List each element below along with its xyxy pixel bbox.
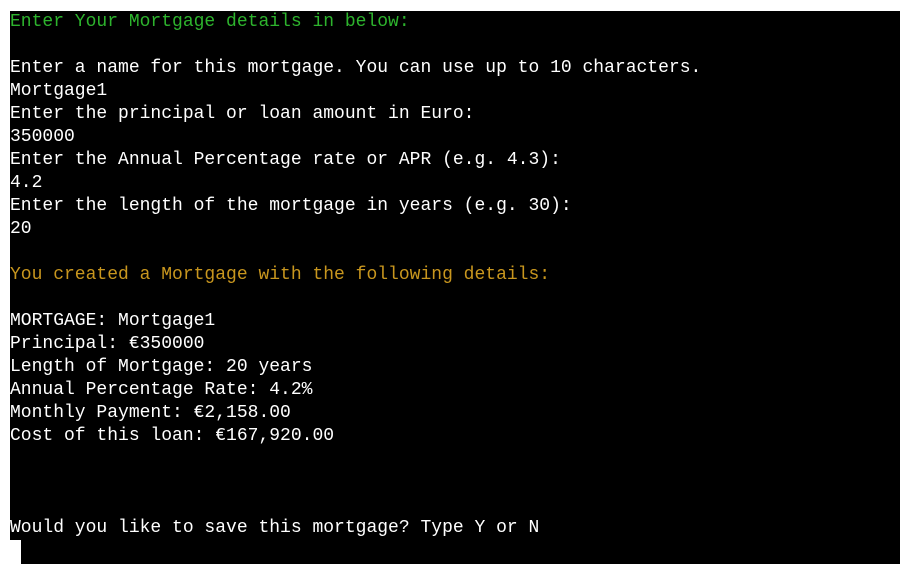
header-text: Enter Your Mortgage details in below: — [10, 12, 410, 32]
created-heading: You created a Mortgage with the followin… — [10, 265, 551, 285]
input-cursor[interactable] — [10, 540, 21, 564]
terminal-window[interactable]: Enter Your Mortgage details in below: En… — [10, 11, 900, 564]
summary-apr: Annual Percentage Rate: 4.2% — [10, 380, 313, 400]
summary-length: Length of Mortgage: 20 years — [10, 357, 313, 377]
summary-cost: Cost of this loan: €167,920.00 — [10, 426, 335, 446]
apr-input-value: 4.2 — [10, 173, 43, 193]
apr-prompt: Enter the Annual Percentage rate or APR … — [10, 150, 561, 170]
save-prompt: Would you like to save this mortgage? Ty… — [10, 518, 540, 538]
summary-principal: Principal: €350000 — [10, 334, 205, 354]
name-prompt: Enter a name for this mortgage. You can … — [10, 58, 702, 78]
name-input-value: Mortgage1 — [10, 81, 108, 101]
length-prompt: Enter the length of the mortgage in year… — [10, 196, 572, 216]
length-input-value: 20 — [10, 219, 32, 239]
summary-mortgage: MORTGAGE: Mortgage1 — [10, 311, 216, 331]
principal-input-value: 350000 — [10, 127, 75, 147]
principal-prompt: Enter the principal or loan amount in Eu… — [10, 104, 475, 124]
summary-monthly-payment: Monthly Payment: €2,158.00 — [10, 403, 291, 423]
